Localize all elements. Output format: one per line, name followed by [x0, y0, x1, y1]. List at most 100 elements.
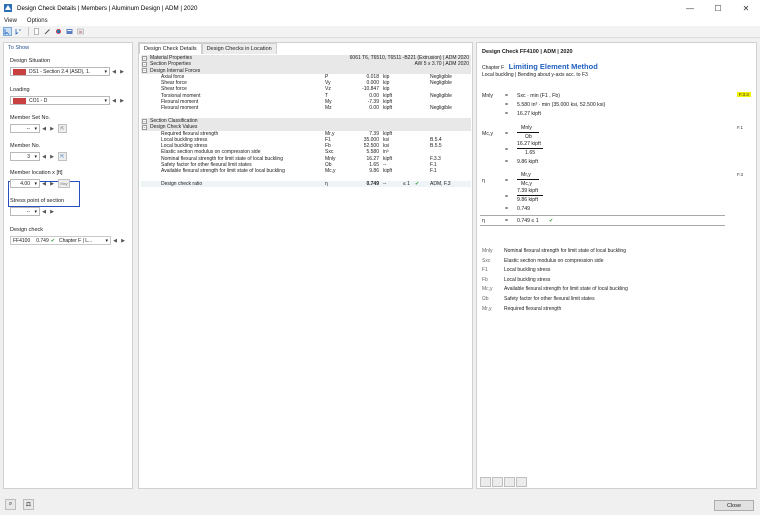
search-icon[interactable]: ⌕ [5, 499, 16, 510]
loading-label: Loading [10, 87, 30, 93]
eq3-denominator-2: 9.86 kipft [517, 197, 539, 203]
edit-icon[interactable] [43, 27, 52, 36]
eq2-numerator-2: 16.27 kipft [517, 141, 541, 147]
member-set-select[interactable]: -- ▾ [10, 124, 40, 133]
ref-f33: F.3.3 [737, 92, 751, 97]
legend-description: Local buckling stress [504, 267, 551, 274]
member-location-label: Member location x [ft] [10, 170, 63, 176]
chapter-label: Chapter F [482, 65, 505, 71]
member-set-label: Member Set No. [10, 115, 51, 121]
eq3-fraction-line-2 [517, 195, 543, 196]
status-bar [0, 494, 760, 515]
design-check-table: − Material Properties 6061 T6, T6510, T651… [141, 55, 471, 188]
eq1-equals-3: = [505, 111, 509, 117]
design-check-select[interactable]: FF4100 0.749 ✔ Chapter F | L... ▾ [10, 236, 111, 245]
ratio-reference: ADM, F.3 [430, 180, 451, 187]
design-situation-select[interactable]: DS1 - Section 2.4 (ASD), 1. ▾ [10, 67, 110, 76]
member-location-select[interactable]: 4.00 ▾ [10, 179, 40, 188]
expand-icon[interactable]: − [142, 61, 147, 67]
stress-point-select[interactable]: -- ▾ [10, 207, 40, 216]
close-button[interactable]: Close [714, 500, 754, 511]
eq2-fraction-line-2 [517, 148, 543, 149]
pointer-tool-icon[interactable] [14, 27, 23, 36]
export-icon[interactable] [76, 27, 85, 36]
eq2-fraction-line [517, 132, 539, 133]
next-arrow-icon[interactable]: ▶ [48, 124, 56, 133]
chevron-down-icon: ▾ [34, 125, 37, 132]
prev-arrow-icon[interactable]: ◀ [111, 236, 119, 245]
stress-point-value: -- [26, 208, 30, 215]
ref-f1: F.1 [737, 125, 744, 130]
stress-point-label: Stress point of section [10, 198, 65, 204]
prev-arrow-icon[interactable]: ◀ [40, 124, 48, 133]
tool-print-icon[interactable] [516, 477, 527, 487]
pick-member-icon[interactable]: ⇱ [58, 152, 67, 161]
legend-symbol: Mc,y [482, 286, 493, 293]
chapter-line: Chapter F Limiting Element Method [482, 62, 598, 71]
minimize-button[interactable]: — [676, 0, 704, 16]
formula-heading: Design Check FF4100 | ADM | 2020 [482, 49, 573, 55]
legend-description: Elastic section modulus on compression s… [504, 257, 604, 264]
model-view-icon[interactable] [54, 27, 63, 36]
next-arrow-icon[interactable]: ▶ [48, 179, 56, 188]
table-row: Design check ratio η 0.749 -- ≤ 1 ✔ ADM, F.3 [141, 180, 471, 188]
select-tool-icon[interactable] [3, 27, 12, 36]
window-title: Design Check Details | Members | Aluminu… [17, 4, 198, 12]
prev-arrow-icon[interactable]: ◀ [40, 152, 48, 161]
maximize-button[interactable]: ☐ [704, 0, 732, 16]
loading-select[interactable]: CO1 - D ▾ [10, 96, 110, 105]
eq3-equals-2: = [505, 194, 509, 200]
tab-design-check-details[interactable]: Design Check Details [139, 43, 202, 54]
method-subtitle: Local buckling | Bending about y-axis ac… [482, 72, 588, 78]
chevron-down-icon: ▾ [34, 180, 37, 187]
check-ok-icon: ✔ [415, 180, 420, 187]
tab-design-checks-in-location[interactable]: Design Checks in Location [201, 43, 277, 54]
prev-arrow-icon[interactable]: ◀ [110, 96, 118, 105]
legend-symbol: Sxc [482, 257, 491, 264]
eq2-denominator: Ωb [525, 134, 532, 140]
title-bar: Design Check Details | Members | Aluminu… [0, 0, 760, 16]
eq1-equals-2: = [505, 102, 509, 108]
next-arrow-icon[interactable]: ▶ [48, 152, 56, 161]
formula-toolbar [480, 477, 528, 487]
document-icon[interactable] [32, 27, 41, 36]
window-close-button[interactable]: ✕ [732, 0, 760, 16]
design-situation-label: Design Situation [10, 58, 51, 64]
pick-member-set-icon[interactable]: ⇱ [58, 124, 67, 133]
legend-item: Mr,y Required flexural strength [482, 306, 561, 312]
loading-value: CO1 - D [29, 97, 48, 104]
expand-icon[interactable]: − [142, 55, 147, 61]
units-icon[interactable]: ⚖ [23, 499, 34, 510]
results-icon[interactable] [65, 27, 74, 36]
design-check-ratio: 0.749 [36, 237, 49, 244]
next-arrow-icon[interactable]: ▶ [118, 96, 126, 105]
eq2-numerator: Mnly [521, 125, 532, 131]
chevron-down-icon: ▾ [104, 68, 107, 75]
member-no-select[interactable]: 3 ▾ [10, 152, 40, 161]
eq3-result: 0.749 [517, 206, 530, 212]
next-arrow-icon[interactable]: ▶ [118, 67, 126, 76]
left-pane: To Show Design Situation DS1 - Section 2… [3, 42, 133, 489]
tool-table-icon[interactable] [504, 477, 515, 487]
eq2-lhs: Mc,y [482, 131, 493, 137]
expand-icon[interactable]: − [142, 68, 147, 74]
menu-options[interactable]: Options [27, 18, 48, 24]
prev-arrow-icon[interactable]: ◀ [110, 67, 118, 76]
eq3-equals-3: = [505, 206, 509, 212]
eq3-lhs: η [482, 178, 485, 184]
next-arrow-icon[interactable]: ▶ [48, 207, 56, 216]
prev-arrow-icon[interactable]: ◀ [40, 179, 48, 188]
prev-arrow-icon[interactable]: ◀ [40, 207, 48, 216]
menu-view[interactable]: View [4, 18, 17, 24]
next-arrow-icon[interactable]: ▶ [119, 236, 127, 245]
expand-icon[interactable]: − [142, 124, 147, 130]
location-mxy-button[interactable]: Mxy [58, 179, 70, 188]
expand-icon[interactable]: − [142, 118, 147, 124]
legend-symbol: Mnly [482, 248, 493, 254]
tool-units-icon[interactable] [492, 477, 503, 487]
design-check-desc: Chapter F | L... [58, 237, 93, 244]
eq2-result: 9.86 kipft [517, 159, 539, 165]
tool-settings-icon[interactable] [480, 477, 491, 487]
legend-item: Sxc Elastic section modulus on compressio… [482, 258, 604, 264]
eq3-numerator-2: 7.39 kipft [517, 188, 539, 194]
